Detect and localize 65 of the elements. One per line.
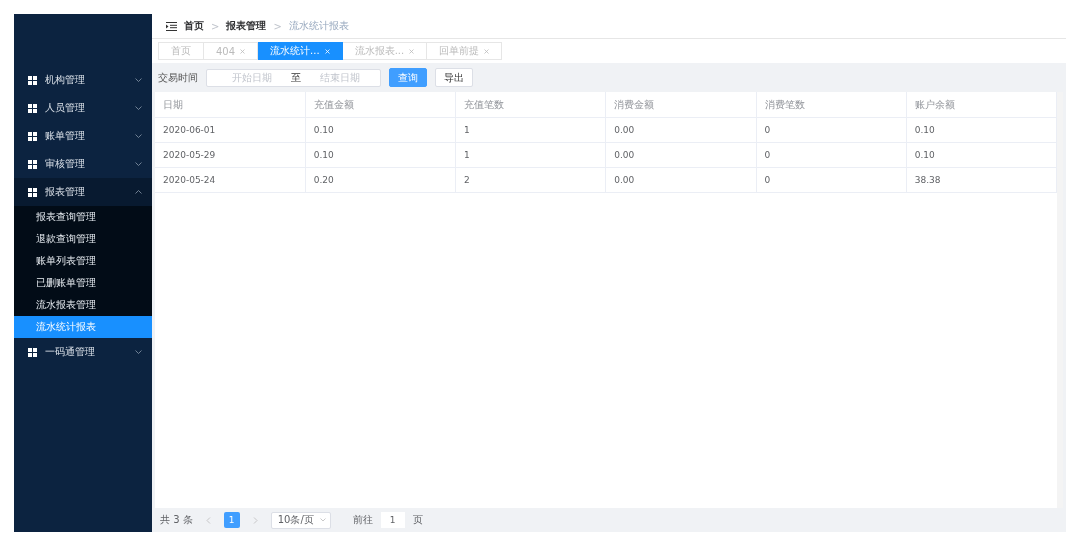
- page-input[interactable]: 1: [380, 512, 405, 528]
- export-button[interactable]: 导出: [435, 68, 473, 87]
- menu-item[interactable]: 账单管理: [14, 122, 152, 150]
- column-header: 消费笔数: [756, 92, 907, 118]
- goto-label: 前往: [352, 513, 373, 527]
- table-cell: 38.38: [906, 167, 1057, 193]
- total-count: 共 3 条: [160, 513, 193, 527]
- table-cell: 0: [756, 117, 907, 143]
- grid-icon: [28, 103, 37, 113]
- table-cell: 0.00: [605, 142, 756, 168]
- submenu-item[interactable]: 退款查询管理: [14, 228, 152, 250]
- breadcrumb-item[interactable]: 报表管理: [226, 19, 267, 33]
- menu-fold-icon[interactable]: [166, 21, 177, 31]
- submenu-item[interactable]: 账单列表管理: [14, 250, 152, 272]
- grid-icon: [28, 347, 37, 357]
- menu-item[interactable]: 报表管理: [14, 178, 152, 206]
- column-header: 消费金额: [605, 92, 756, 118]
- breadcrumb-separator: >: [211, 20, 220, 32]
- table-cell: 1: [455, 142, 606, 168]
- grid-icon: [28, 131, 37, 141]
- menu-item[interactable]: 机构管理: [14, 66, 152, 94]
- grid-icon: [28, 75, 37, 85]
- close-icon[interactable]: [240, 48, 246, 54]
- submenu-item[interactable]: 已删账单管理: [14, 272, 152, 294]
- close-icon[interactable]: [409, 48, 415, 54]
- table-cell: 1: [455, 117, 606, 143]
- table-cell: 0.20: [305, 167, 456, 193]
- menu-item[interactable]: 审核管理: [14, 150, 152, 178]
- column-header: 充值金额: [305, 92, 456, 118]
- table-cell: 2020-05-29: [155, 142, 306, 168]
- table-cell: 0: [756, 167, 907, 193]
- grid-icon: [28, 159, 37, 169]
- menu-item[interactable]: 人员管理: [14, 94, 152, 122]
- table-cell: 2: [455, 167, 606, 193]
- column-header: 充值笔数: [455, 92, 606, 118]
- table-cell: 0.10: [305, 117, 456, 143]
- table-cell: 0: [756, 142, 907, 168]
- table-cell: 2020-06-01: [155, 117, 306, 143]
- submenu-item[interactable]: 报表查询管理: [14, 206, 152, 228]
- table-cell: 0.10: [305, 142, 456, 168]
- menu-item[interactable]: 一码通管理: [14, 338, 152, 366]
- chevron-down-icon: [135, 162, 142, 166]
- breadcrumb-separator: >: [273, 20, 282, 32]
- chevron-down-icon: [135, 134, 142, 138]
- chevron-up-icon: [135, 190, 142, 194]
- column-header: 账户余额: [906, 92, 1057, 118]
- filter-label: 交易时间: [158, 70, 198, 85]
- chevron-down-icon: [135, 350, 142, 354]
- table-cell: 0.10: [906, 142, 1057, 168]
- close-icon[interactable]: [484, 48, 490, 54]
- table-cell: 2020-05-24: [155, 167, 306, 193]
- chevron-down-icon: [135, 78, 142, 82]
- table-cell: 0.10: [906, 117, 1057, 143]
- chevron-down-icon: [319, 518, 326, 522]
- grid-icon: [28, 187, 37, 197]
- table-cell: 0.00: [605, 117, 756, 143]
- column-header: 日期: [155, 92, 306, 118]
- chevron-down-icon: [135, 106, 142, 110]
- page-suffix: 页: [412, 513, 423, 527]
- range-separator: 至: [291, 70, 301, 85]
- submenu-item[interactable]: 流水报表管理: [14, 294, 152, 316]
- breadcrumb-item[interactable]: 首页: [184, 19, 204, 33]
- breadcrumb-item: 流水统计报表: [288, 19, 349, 33]
- page-size-select[interactable]: 10条/页: [270, 511, 331, 529]
- table-cell: 0.00: [605, 167, 756, 193]
